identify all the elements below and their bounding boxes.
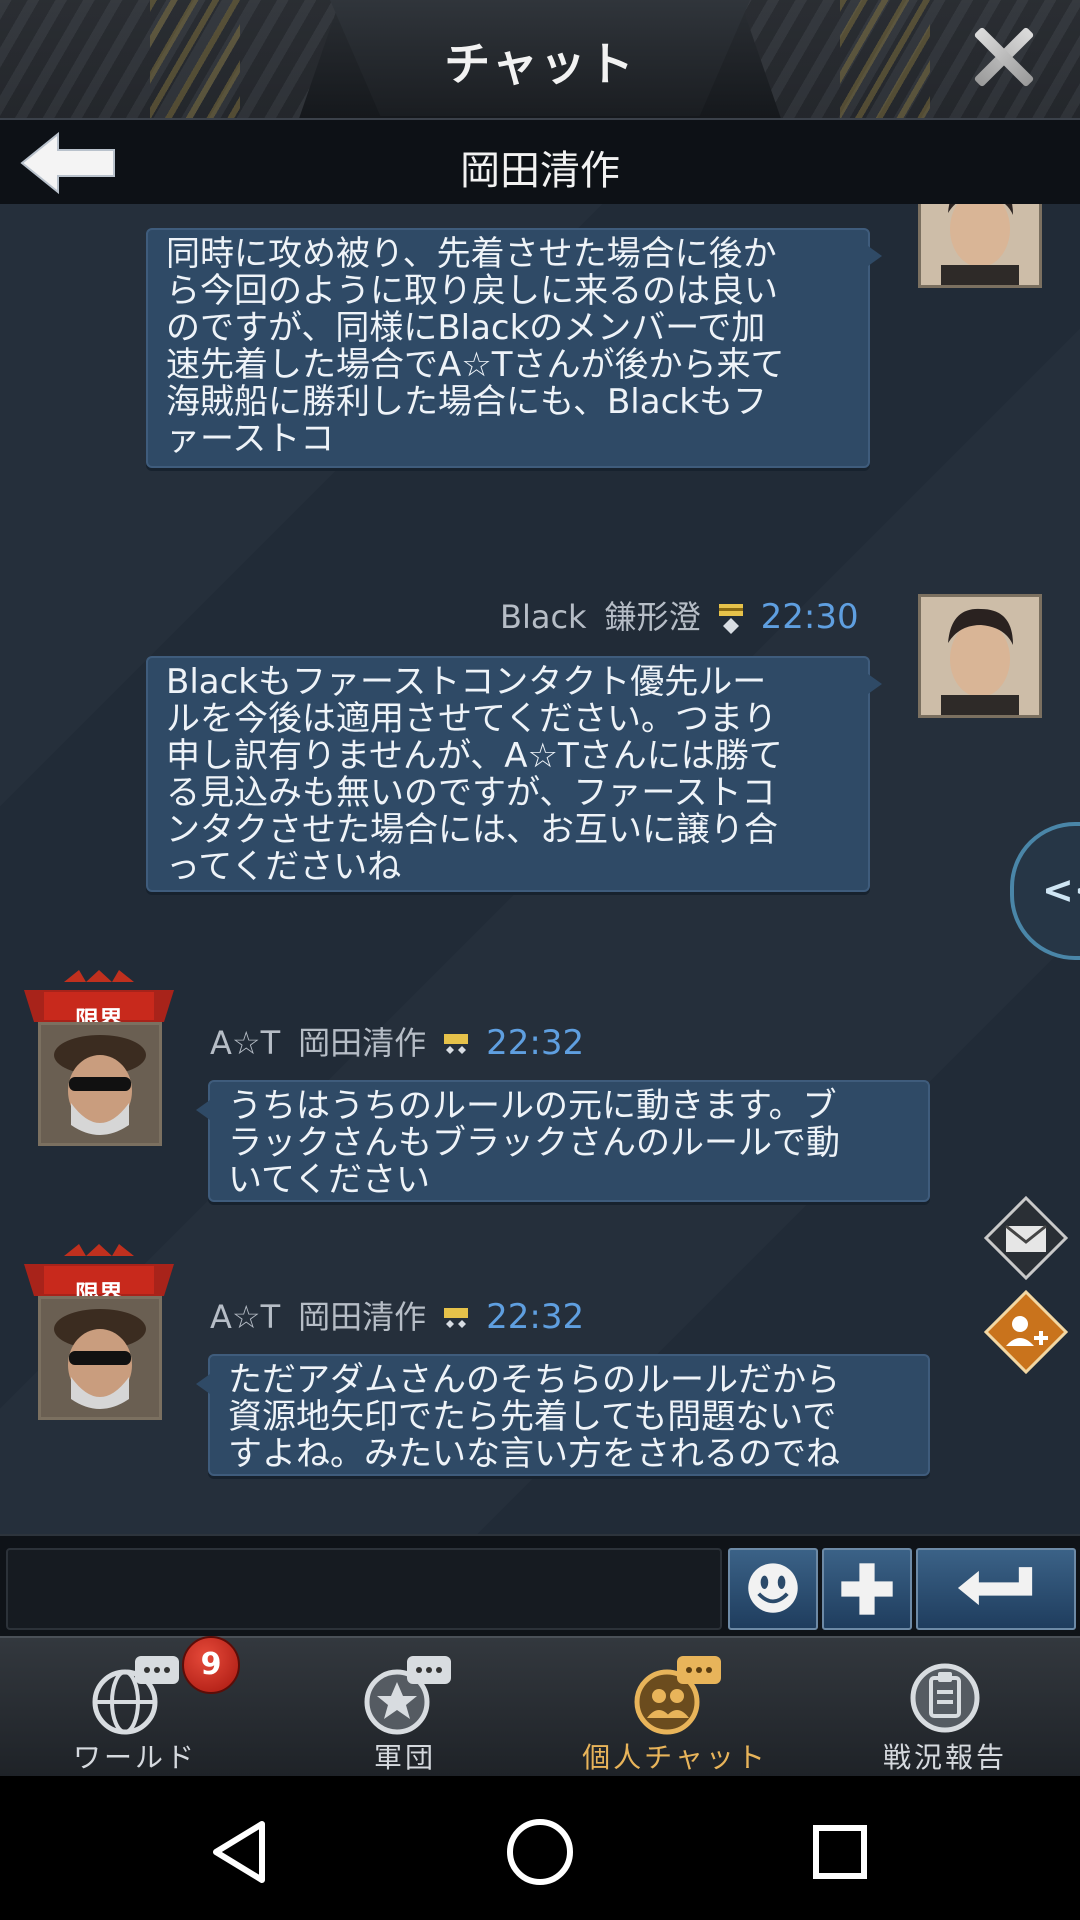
message-meta: A☆T 岡田清作 22:32: [210, 1018, 584, 1064]
smiley-icon: [748, 1563, 798, 1613]
sender-name[interactable]: 岡田清作: [298, 1298, 426, 1336]
mail-icon[interactable]: [983, 1195, 1069, 1281]
add-friend-icon[interactable]: [983, 1289, 1069, 1375]
tab-label: 戦況報告: [882, 1741, 1007, 1774]
system-navigation-bar: [0, 1776, 1080, 1920]
conversation-header: 岡田清作: [0, 118, 1080, 206]
message-time: 22:32: [486, 1297, 585, 1337]
emoji-button[interactable]: [728, 1548, 818, 1630]
tab-label: 軍団: [373, 1741, 436, 1774]
sender-alliance: A☆T: [210, 1024, 281, 1062]
collapse-side-panel-button[interactable]: <<: [1010, 822, 1080, 960]
tab-label: ワールド: [72, 1741, 197, 1774]
title-bar: チャット: [0, 0, 1080, 118]
conversation-partner-name: 岡田清作: [460, 148, 620, 194]
avatar[interactable]: [918, 204, 1042, 288]
avatar[interactable]: [38, 1296, 162, 1420]
enter-icon: [957, 1567, 1033, 1606]
tab-world[interactable]: 9 ワールド: [0, 1636, 270, 1778]
page-title: チャット: [444, 37, 636, 91]
globe-chat-icon: [92, 1656, 179, 1735]
chevron-double-left-icon: <<: [1042, 868, 1080, 912]
message-meta: Black 鎌形澄 22:30: [500, 592, 859, 638]
tab-battle-report[interactable]: 戦況報告: [810, 1638, 1080, 1778]
unread-count-badge: 9: [182, 1636, 240, 1694]
star-chat-icon: [364, 1656, 451, 1735]
tab-label: 個人チャット: [582, 1741, 768, 1774]
message-time: 22:32: [486, 1023, 585, 1063]
plus-icon: [841, 1563, 893, 1615]
report-icon: [910, 1663, 980, 1733]
sender-name[interactable]: 鎌形澄: [605, 598, 701, 636]
sender-alliance: A☆T: [210, 1298, 281, 1336]
message-time: 22:30: [760, 597, 859, 637]
message-bubble[interactable]: Blackもファーストコンタクト優先ルー ルを今後は適用させてください。つまり …: [146, 656, 882, 892]
recents-square-icon[interactable]: [800, 1812, 880, 1892]
message-bubble[interactable]: うちはうちのルールの元に動きます。ブ ラックさんもブラックさんのルールで動 いて…: [196, 1080, 930, 1202]
medal-icon: [718, 604, 743, 634]
message-bubble[interactable]: ただアダムさんのそちらのルールだから 資源地矢印でたら先着しても問題ないで すよ…: [196, 1354, 930, 1476]
medal-icon: [444, 1034, 469, 1054]
bottom-navigation: 9 ワールド 軍団 個人チャット 戦況報告: [0, 1636, 1080, 1778]
tab-private-chat[interactable]: 個人チャット: [540, 1638, 810, 1778]
message-meta: A☆T 岡田清作 22:32: [210, 1292, 584, 1338]
sender-alliance: Black: [500, 598, 587, 636]
close-icon[interactable]: [970, 24, 1036, 90]
people-chat-icon: [634, 1656, 721, 1735]
message-bubble[interactable]: 同時に攻め被り、先着させた場合に後か ら今回のように取り戻しに来るのは良い ので…: [146, 228, 882, 468]
back-triangle-icon[interactable]: [200, 1812, 280, 1892]
home-circle-icon[interactable]: [500, 1812, 580, 1892]
message-composer: [0, 1534, 1080, 1638]
tab-legion[interactable]: 軍団: [270, 1638, 540, 1778]
avatar[interactable]: [918, 594, 1042, 718]
chat-message-list[interactable]: 同時に攻め被り、先着させた場合に後か ら今回のように取り戻しに来るのは良い ので…: [0, 204, 1080, 1534]
message-input[interactable]: [6, 1548, 722, 1630]
avatar[interactable]: [38, 1022, 162, 1146]
plus-button[interactable]: [822, 1548, 912, 1630]
sender-name[interactable]: 岡田清作: [298, 1024, 426, 1062]
send-button[interactable]: [916, 1548, 1076, 1630]
medal-icon: [444, 1308, 469, 1328]
